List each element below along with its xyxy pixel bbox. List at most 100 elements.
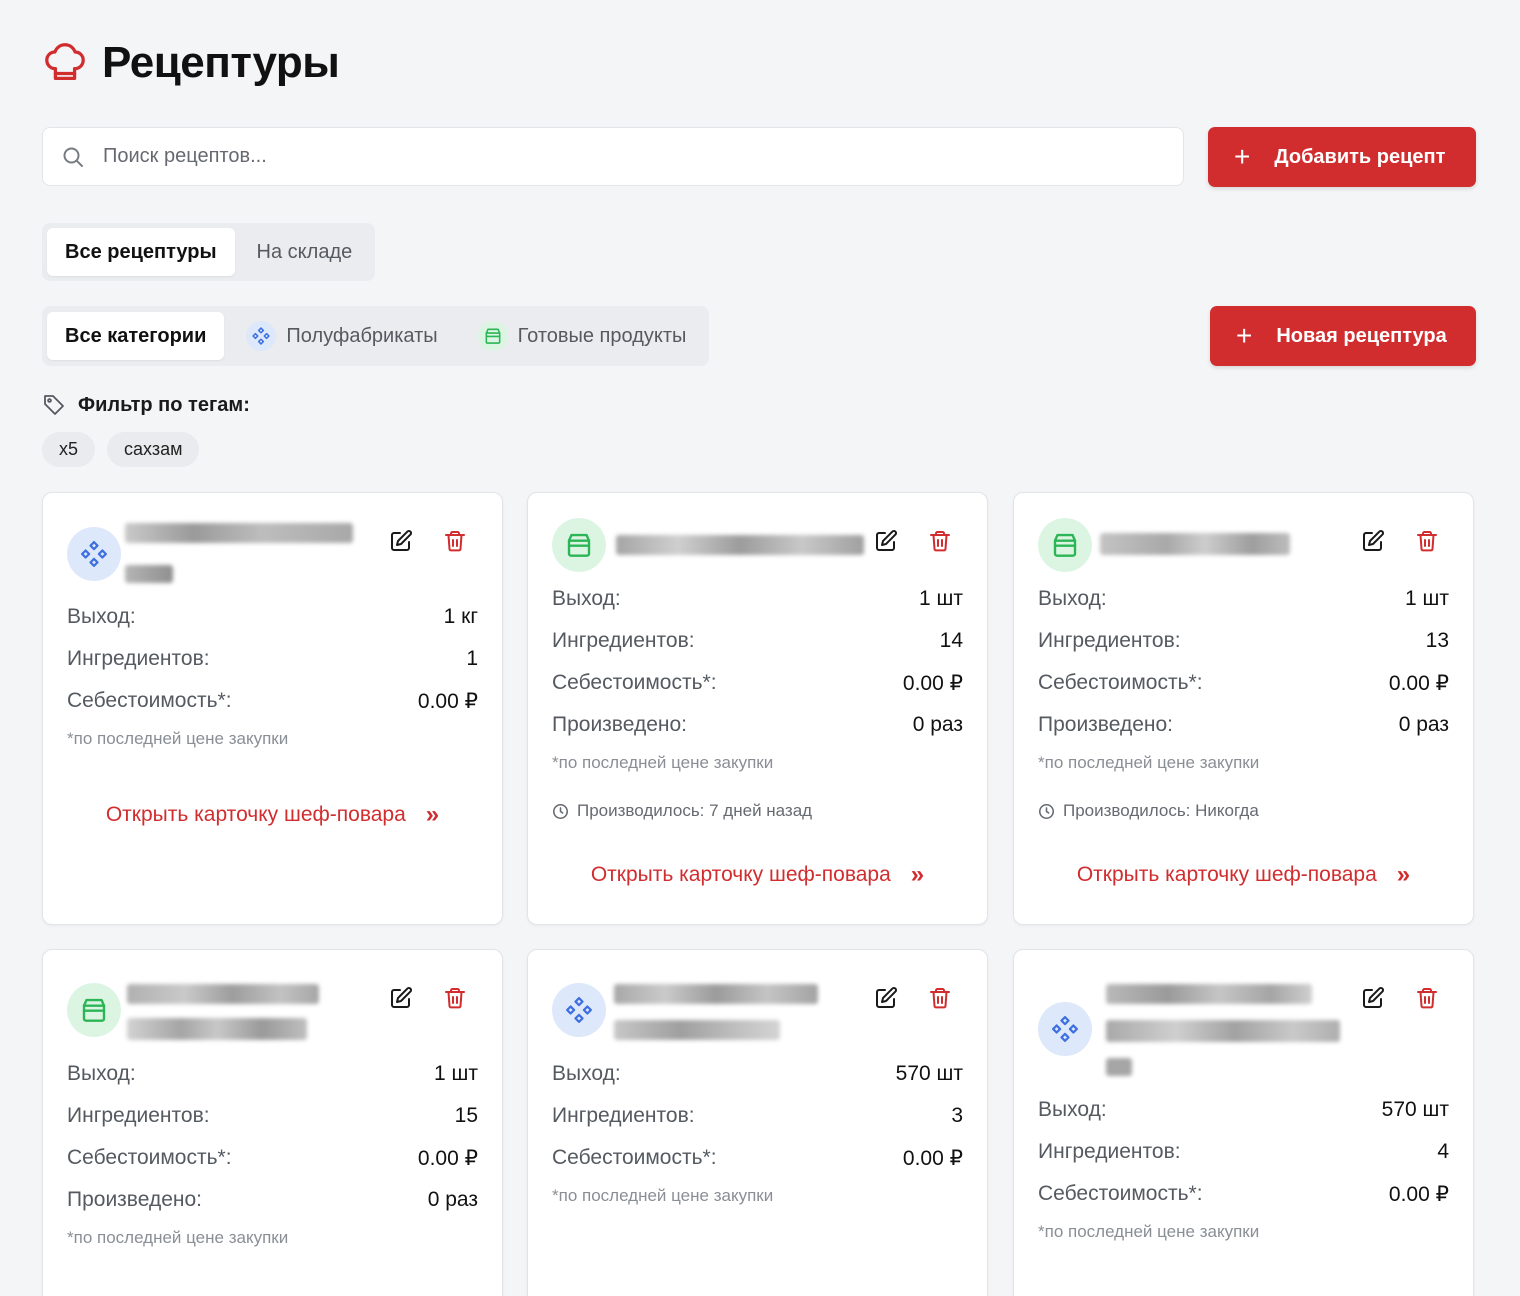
tab-in-stock[interactable]: На складе (239, 228, 371, 276)
ingredients-row: Ингредиентов: 13 (1038, 629, 1449, 653)
price-note: *по последней цене закупки (1038, 753, 1260, 772)
chef-hat-icon (42, 40, 88, 86)
recipe-name-redacted (125, 565, 173, 583)
recipe-name-redacted (1106, 1058, 1132, 1076)
produced-label: Произведено: (1038, 713, 1173, 736)
recipe-name-redacted (614, 984, 818, 1004)
ingredients-label: Ингредиентов: (67, 1104, 210, 1127)
chevrons-right-icon: » (425, 801, 440, 828)
category-semi-finished[interactable]: Полуфабрикаты (228, 312, 455, 360)
new-recipe-label: Новая рецептура (1276, 324, 1447, 347)
last-produced: Производилось: 7 дней назад (552, 801, 812, 821)
package-icon (477, 321, 508, 351)
edit-icon[interactable] (1359, 984, 1387, 1012)
output-value: 1 шт (919, 587, 963, 610)
cost-row: Себестоимость*: 0.00 ₽ (1038, 671, 1449, 696)
edit-icon[interactable] (387, 527, 415, 555)
cost-value: 0.00 ₽ (417, 1147, 478, 1170)
produced-value: 0 раз (1398, 713, 1449, 736)
plus-icon: + (1236, 320, 1253, 351)
tab-all-recipes[interactable]: Все рецептуры (47, 228, 235, 276)
cost-row: Себестоимость*: 0.00 ₽ (67, 1146, 478, 1171)
price-note: *по последней цене закупки (67, 729, 289, 748)
recipe-name-redacted (616, 535, 864, 555)
recipe-name-redacted (127, 1018, 307, 1040)
edit-icon[interactable] (1359, 527, 1387, 555)
tag-chips: x5 сахзам (42, 432, 200, 467)
tag-chip-x5[interactable]: x5 (42, 432, 96, 467)
recipes-page: Рецептуры + Добавить рецепт Все рецептур… (0, 0, 1520, 1296)
page-header: Рецептуры (42, 38, 340, 88)
open-chef-card-link[interactable]: Открыть карточку шеф-повара » (528, 861, 987, 889)
cost-label: Себестоимость*: (1038, 671, 1203, 694)
category-all[interactable]: Все категории (47, 312, 225, 360)
edit-icon[interactable] (387, 984, 415, 1012)
add-recipe-button[interactable]: + Добавить рецепт (1208, 127, 1476, 187)
clock-icon (1038, 803, 1055, 820)
edit-icon[interactable] (872, 527, 900, 555)
ingredients-value: 13 (1425, 629, 1449, 652)
produced-row: Произведено: 0 раз (67, 1188, 478, 1212)
tag-chip-sahzam[interactable]: сахзам (107, 432, 200, 467)
recipe-card: Выход: 570 шт Ингредиентов: 4 Себестоимост… (1013, 949, 1474, 1296)
open-chef-card-label: Открыть карточку шеф-повара (590, 863, 891, 886)
search-icon (63, 147, 83, 167)
recipe-card: Выход: 1 шт Ингредиентов: 15 Себестоимость… (42, 949, 503, 1296)
ingredients-label: Ингредиентов: (1038, 629, 1181, 652)
diamonds-icon (1038, 1002, 1092, 1056)
tag-icon (44, 395, 64, 415)
open-chef-card-link[interactable]: Открыть карточку шеф-повара » (43, 801, 502, 829)
trash-icon[interactable] (441, 527, 469, 555)
cost-row: Себестоимость*: 0.00 ₽ (552, 1146, 963, 1171)
output-label: Выход: (67, 605, 136, 628)
price-note: *по последней цене закупки (67, 1228, 289, 1247)
cost-value: 0.00 ₽ (902, 672, 963, 695)
recipe-name-redacted (125, 523, 353, 543)
trash-icon[interactable] (1413, 527, 1441, 555)
ingredients-value: 14 (939, 629, 963, 652)
search-input[interactable] (103, 145, 1103, 168)
chevrons-right-icon: » (1396, 861, 1411, 888)
output-label: Выход: (1038, 587, 1107, 610)
ingredients-label: Ингредиентов: (552, 629, 695, 652)
open-chef-card-link[interactable]: Открыть карточку шеф-повара » (1014, 861, 1473, 889)
add-recipe-label: Добавить рецепт (1274, 145, 1446, 168)
plus-icon: + (1234, 141, 1251, 172)
edit-icon[interactable] (872, 984, 900, 1012)
recipe-card: Выход: 1 кг Ингредиентов: 1 Себестоимость*… (42, 492, 503, 925)
cost-value: 0.00 ₽ (417, 690, 478, 713)
ingredients-row: Ингредиентов: 3 (552, 1104, 963, 1128)
output-row: Выход: 570 шт (1038, 1098, 1449, 1122)
trash-icon[interactable] (441, 984, 469, 1012)
produced-label: Произведено: (552, 713, 687, 736)
tag-filter-label: Фильтр по тегам: (78, 393, 250, 416)
cost-label: Себестоимость*: (552, 1146, 717, 1169)
new-recipe-button[interactable]: + Новая рецептура (1210, 306, 1476, 366)
trash-icon[interactable] (926, 527, 954, 555)
ingredients-value: 4 (1437, 1140, 1449, 1163)
search-bar[interactable] (42, 127, 1184, 186)
output-row: Выход: 1 шт (67, 1062, 478, 1086)
produced-value: 0 раз (912, 713, 963, 736)
open-chef-card-label: Открыть карточку шеф-повара (1076, 863, 1377, 886)
diamonds-icon (67, 527, 121, 581)
cost-label: Себестоимость*: (67, 1146, 232, 1169)
ingredients-value: 1 (466, 647, 478, 670)
category-tabs: Все категории Полуфабрикаты Готовые прод… (42, 306, 710, 366)
output-row: Выход: 1 шт (1038, 587, 1449, 611)
ingredients-value: 15 (454, 1104, 478, 1127)
recipe-card: Выход: 1 шт Ингредиентов: 14 Себестоимость… (527, 492, 988, 925)
cost-label: Себестоимость*: (552, 671, 717, 694)
ingredients-row: Ингредиентов: 15 (67, 1104, 478, 1128)
trash-icon[interactable] (926, 984, 954, 1012)
produced-label: Произведено: (67, 1188, 202, 1211)
category-ready-products[interactable]: Готовые продукты (460, 312, 705, 360)
trash-icon[interactable] (1413, 984, 1441, 1012)
recipe-card: Выход: 1 шт Ингредиентов: 13 Себестоимость… (1013, 492, 1474, 925)
output-label: Выход: (552, 1062, 621, 1085)
category-semi-finished-label: Полуфабрикаты (286, 324, 438, 347)
ingredients-row: Ингредиентов: 4 (1038, 1140, 1449, 1164)
ingredients-row: Ингредиентов: 1 (67, 647, 478, 671)
cost-value: 0.00 ₽ (1388, 672, 1449, 695)
recipe-name-redacted (1106, 1020, 1340, 1042)
